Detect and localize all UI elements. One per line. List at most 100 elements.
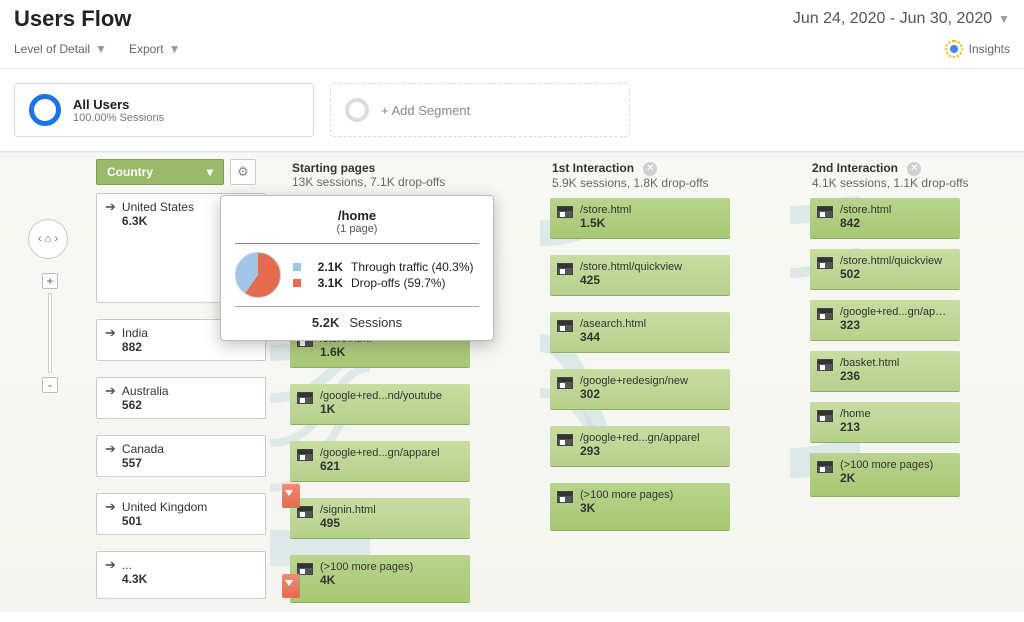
flow-nav-compass[interactable]: ‹ ⌂ › [28,219,68,259]
tooltip-subtitle: (1 page) [235,223,479,244]
page-value: 495 [320,516,462,530]
page-label: /google+red...nd/youtube [320,390,460,402]
page-icon [817,359,833,371]
dropoff-indicator [282,574,300,598]
export-label: Export [129,42,164,56]
page-icon [817,308,833,320]
page-icon [557,263,573,275]
flow-canvas[interactable]: ‹ ⌂ › + - Country ▾ ⚙ ➔ [0,152,1024,612]
arrow-right-icon: ➔ [105,326,116,340]
page-node[interactable]: /store.html 842 [810,198,960,239]
page-node[interactable]: /google+red...nd/youtube 1K [290,384,470,425]
page-node[interactable]: /google+redesign/new 302 [550,369,730,410]
pie-chart-icon [235,252,281,298]
level-of-detail-menu[interactable]: Level of Detail ▼ [14,42,107,56]
page-value: 1.5K [580,216,722,230]
page-label: /asearch.html [580,318,720,330]
page-icon [557,434,573,446]
source-name: Australia [122,384,169,398]
page-icon [817,206,833,218]
page-label: /store.html [580,204,720,216]
segment-bar: All Users 100.00% Sessions + Add Segment [0,69,1024,152]
page-value: 1.6K [320,345,462,359]
dimension-settings-button[interactable]: ⚙ [230,159,256,185]
source-value: 501 [122,514,207,528]
page-value: 842 [840,216,952,230]
page-label: (>100 more pages) [320,561,460,573]
through-label: Through traffic (40.3%) [351,260,474,274]
page-node-more[interactable]: (>100 more pages) 3K [550,483,730,531]
page-value: 425 [580,273,722,287]
zoom-out-button[interactable]: - [42,377,58,393]
page-node[interactable]: /store.html/quickview 502 [810,249,960,290]
insights-button[interactable]: Insights [945,40,1010,58]
page-icon [557,320,573,332]
page-value: 344 [580,330,722,344]
page-icon [817,461,833,473]
source-value: 6.3K [122,214,194,228]
chevron-down-icon: ▼ [998,12,1010,26]
chevron-down-icon: ▾ [207,165,213,179]
tooltip-title: /home [235,208,479,223]
page-label: /google+red...gn/apparel [580,432,720,444]
source-name: ... [122,558,147,572]
zoom-slider[interactable] [48,293,52,373]
page-value: 2K [840,471,952,485]
remove-column-button[interactable]: ✕ [643,162,657,176]
page-node[interactable]: /signin.html 495 [290,498,470,539]
legend-swatch-through [293,263,301,271]
page-label: /google+redesign/new [580,375,720,387]
page-label: /signin.html [320,504,460,516]
page-label: /google+red...gn/apparel [840,306,952,318]
sessions-label: Sessions [349,315,402,330]
add-segment-button[interactable]: + Add Segment [330,83,630,137]
source-node[interactable]: ➔ Canada 557 [96,435,266,477]
source-node[interactable]: ➔ Australia 562 [96,377,266,419]
source-name: Canada [122,442,164,456]
page-node[interactable]: /asearch.html 344 [550,312,730,353]
page-node[interactable]: /store.html 1.5K [550,198,730,239]
through-value: 2.1K [309,260,343,274]
source-node-more[interactable]: ➔ ... 4.3K [96,551,266,599]
export-menu[interactable]: Export ▼ [129,42,181,56]
remove-column-button[interactable]: ✕ [907,162,921,176]
page-node[interactable]: /google+red...gn/apparel 323 [810,300,960,341]
date-range-picker[interactable]: Jun 24, 2020 - Jun 30, 2020 ▼ [793,10,1010,28]
arrow-right-icon: ➔ [105,558,116,572]
page-label: (>100 more pages) [840,459,952,471]
source-value: 562 [122,398,169,412]
dropoff-label: Drop-offs (59.7%) [351,276,445,290]
page-value: 4K [320,573,462,587]
source-value: 882 [122,340,148,354]
source-name: India [122,326,148,340]
page-value: 213 [840,420,952,434]
segment-all-users[interactable]: All Users 100.00% Sessions [14,83,314,137]
page-node[interactable]: /google+red...gn/apparel 621 [290,441,470,482]
page-icon [297,392,313,404]
page-node[interactable]: /google+red...gn/apparel 293 [550,426,730,467]
insights-label: Insights [969,42,1010,56]
segment-ring-icon [29,94,61,126]
page-icon [557,206,573,218]
page-node-more[interactable]: (>100 more pages) 2K [810,453,960,497]
page-value: 293 [580,444,722,458]
zoom-in-button[interactable]: + [42,273,58,289]
home-icon: ⌂ [45,233,52,245]
dropoff-value: 3.1K [309,276,343,290]
page-node[interactable]: /home 213 [810,402,960,443]
source-name: United Kingdom [122,500,207,514]
page-value: 3K [580,501,722,515]
page-label: /store.html/quickview [580,261,720,273]
legend-swatch-dropoff [293,279,301,287]
source-node[interactable]: ➔ United Kingdom 501 [96,493,266,535]
source-value: 557 [122,456,164,470]
column-subtitle: 13K sessions, 7.1K drop-offs [292,175,445,189]
node-tooltip: /home (1 page) 2.1K Through traffic (40.… [220,195,494,341]
page-icon [557,491,573,503]
sessions-value: 5.2K [312,315,339,330]
page-node[interactable]: /basket.html 236 [810,351,960,392]
page-value: 621 [320,459,462,473]
page-node-more[interactable]: (>100 more pages) 4K [290,555,470,603]
page-node[interactable]: /store.html/quickview 425 [550,255,730,296]
dimension-selector[interactable]: Country ▾ [96,159,224,185]
